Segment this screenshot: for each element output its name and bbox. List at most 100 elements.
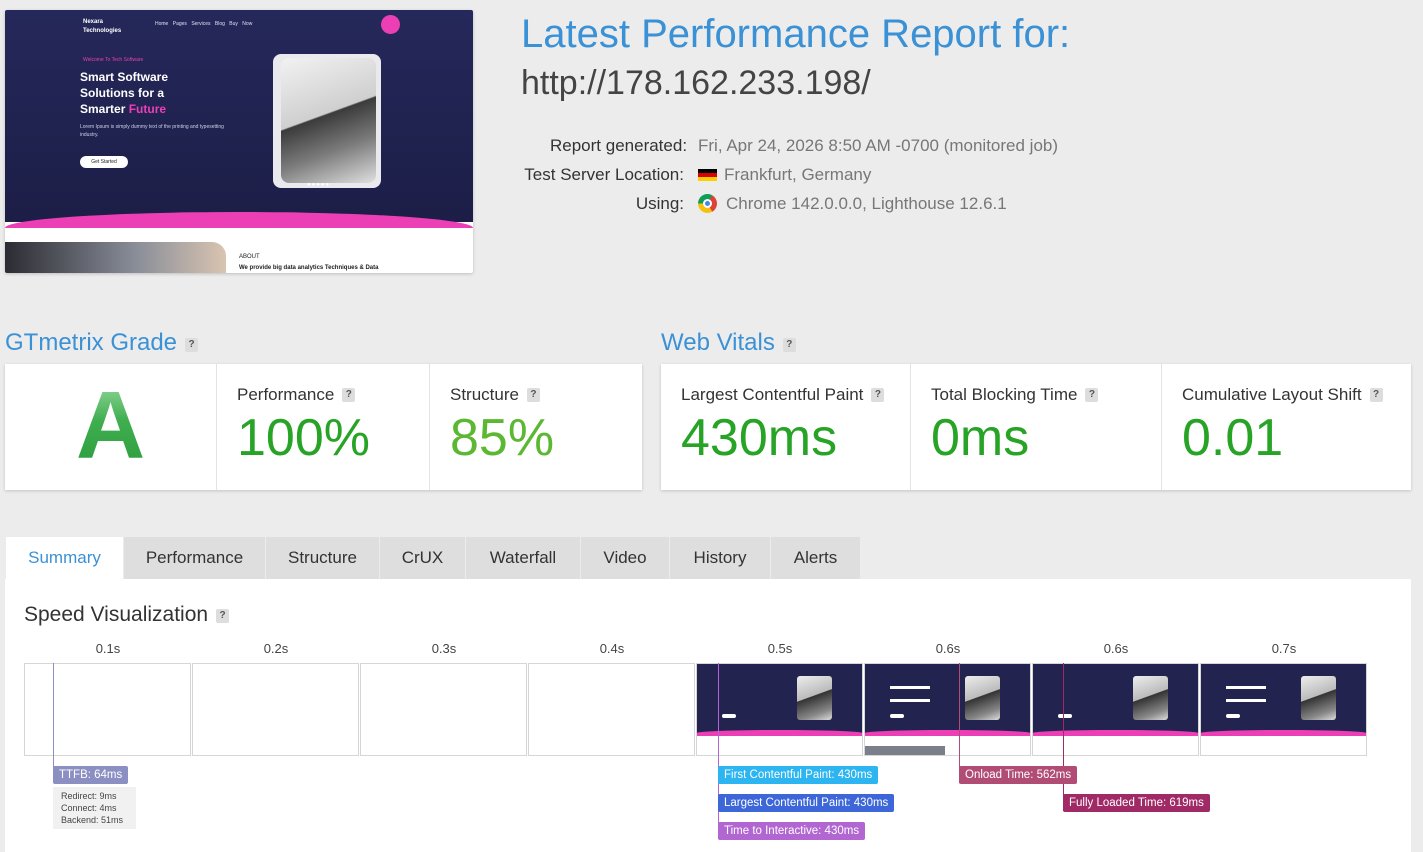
ttfb-redirect: Redirect: 9ms [61,791,117,801]
tab-summary[interactable]: Summary [5,537,123,579]
help-icon[interactable]: ? [342,388,356,402]
tab-crux[interactable]: CrUX [379,537,465,579]
tab-history[interactable]: History [669,537,770,579]
onload-marker-line [959,663,960,783]
thumbnail-hero-title-line: Smart Software [80,70,169,84]
frame-button [890,714,904,718]
fully-loaded-badge[interactable]: Fully Loaded Time: 619ms [1063,794,1210,812]
thumbnail-hero-title-line: Solutions for a [80,86,164,100]
summary-panel: Speed Visualization? 0.1s 0.2s 0.3s 0.4s… [5,579,1411,852]
frame-photo [797,676,832,720]
performance-label-row: Performance? [237,385,356,405]
thumbnail-nav-item: Services [191,21,211,27]
filmstrip-time-label: 0.7s [1271,641,1297,656]
fully-loaded-marker-line [1063,663,1064,811]
thumbnail-nav: Home Pages Services Blog Buy Now [155,21,252,27]
frame-wave [697,730,862,736]
lcp-label: Largest Contentful Paint [681,385,864,404]
thumbnail-brand: Nexara Technologies [83,18,121,36]
help-icon[interactable]: ? [782,338,796,352]
tbt-label: Total Blocking Time [931,385,1078,404]
report-tabs: Summary Performance Structure CrUX Water… [5,537,860,579]
thumbnail-hero-text: Lorem Ipsum is simply dummy text of the … [80,124,224,138]
frame-wave [1033,730,1198,736]
filmstrip-time-label: 0.6s [1103,641,1129,656]
test-location-label: Test Server Location: [524,165,684,184]
lcp-label-row: Largest Contentful Paint? [681,385,885,405]
report-generated-label: Report generated: [550,136,688,155]
tti-badge[interactable]: Time to Interactive: 430ms [718,822,866,840]
frame-about [865,746,945,755]
tab-alerts[interactable]: Alerts [770,537,860,579]
grade-cell: A [5,364,216,490]
performance-cell: Performance? 100% [216,364,429,490]
structure-value: 85% [450,409,555,467]
thumbnail-nav-item: Buy Now [229,21,253,27]
help-icon[interactable]: ? [526,388,540,402]
cls-label: Cumulative Layout Shift [1182,385,1362,404]
thumbnail-about-text: We provide big data analytics Techniques… [239,265,379,271]
frame-text [1226,686,1266,702]
cls-cell: Cumulative Layout Shift? 0.01 [1161,364,1411,490]
cls-value: 0.01 [1182,409,1284,467]
onload-badge[interactable]: Onload Time: 562ms [959,766,1078,784]
test-location-value: Frankfurt, Germany [698,165,871,185]
ttfb-connect: Connect: 4ms [61,803,117,813]
ttfb-badge[interactable]: TTFB: 64ms [53,766,129,784]
performance-label: Performance [237,385,335,404]
thumbnail-about-image [5,242,226,273]
lcp-badge[interactable]: Largest Contentful Paint: 430ms [718,794,895,812]
frame-button [722,714,736,718]
filmstrip-frame-blank[interactable] [360,663,527,756]
thumbnail-get-started-button: Get Started [80,156,128,168]
filmstrip-frame-blank[interactable] [192,663,359,756]
performance-value: 100% [237,409,370,467]
thumbnail-carousel-dots: ●●●●● [307,182,331,188]
help-icon[interactable]: ? [1085,388,1099,402]
filmstrip-time-label: 0.4s [599,641,625,656]
thumbnail-brand-line-1: Nexara [83,19,104,25]
fcp-badge[interactable]: First Contentful Paint: 430ms [718,766,879,784]
report-title: Latest Performance Report for: [521,12,1071,56]
filmstrip-frame-blank[interactable] [528,663,695,756]
frame-photo [1133,676,1168,720]
gtmetrix-grade-heading: GTmetrix Grade? [5,329,199,357]
thumbnail-brand-line-2: Technologies [83,28,122,34]
filmstrip-time-label: 0.6s [935,641,961,656]
tbt-label-row: Total Blocking Time? [931,385,1099,405]
tab-waterfall[interactable]: Waterfall [465,537,580,579]
frame-text [890,686,930,702]
gtmetrix-grade-title: GTmetrix Grade [5,329,178,356]
structure-label-row: Structure? [450,385,540,405]
cls-label-row: Cumulative Layout Shift? [1182,385,1383,405]
tab-performance[interactable]: Performance [123,537,265,579]
thumbnail-welcome: Welcome To Tech Software [83,57,144,63]
frame-button [1226,714,1240,718]
filmstrip-frame-rendered[interactable] [696,663,863,756]
gtmetrix-grade-panel: A Performance? 100% Structure? 85% [5,364,642,490]
help-icon[interactable]: ? [216,609,230,623]
filmstrip-frame-blank[interactable] [24,663,191,756]
frame-hero [1033,664,1198,735]
filmstrip-frame-rendered[interactable] [1032,663,1199,756]
help-icon[interactable]: ? [871,388,885,402]
filmstrip-frame-rendered[interactable] [1200,663,1367,756]
tab-video[interactable]: Video [580,537,669,579]
fcp-marker-line [718,663,719,839]
frame-photo [965,676,1000,720]
filmstrip-frame-rendered[interactable] [864,663,1031,756]
frame-hero [697,664,862,735]
web-vitals-title: Web Vitals [661,329,775,356]
filmstrip-time-label: 0.5s [767,641,793,656]
web-vitals-heading: Web Vitals? [661,329,796,357]
help-icon[interactable]: ? [1369,388,1383,402]
ttfb-breakdown: Redirect: 9ms Connect: 4ms Backend: 51ms [53,787,136,829]
tab-structure[interactable]: Structure [265,537,379,579]
thumbnail-search-icon [381,15,400,34]
help-icon[interactable]: ? [185,338,199,352]
web-vitals-panel: Largest Contentful Paint? 430ms Total Bl… [661,364,1411,490]
report-url[interactable]: http://178.162.233.198/ [521,64,871,103]
lcp-value: 430ms [681,409,838,467]
filmstrip-time-label: 0.1s [95,641,121,656]
ttfb-marker-line [53,663,54,781]
